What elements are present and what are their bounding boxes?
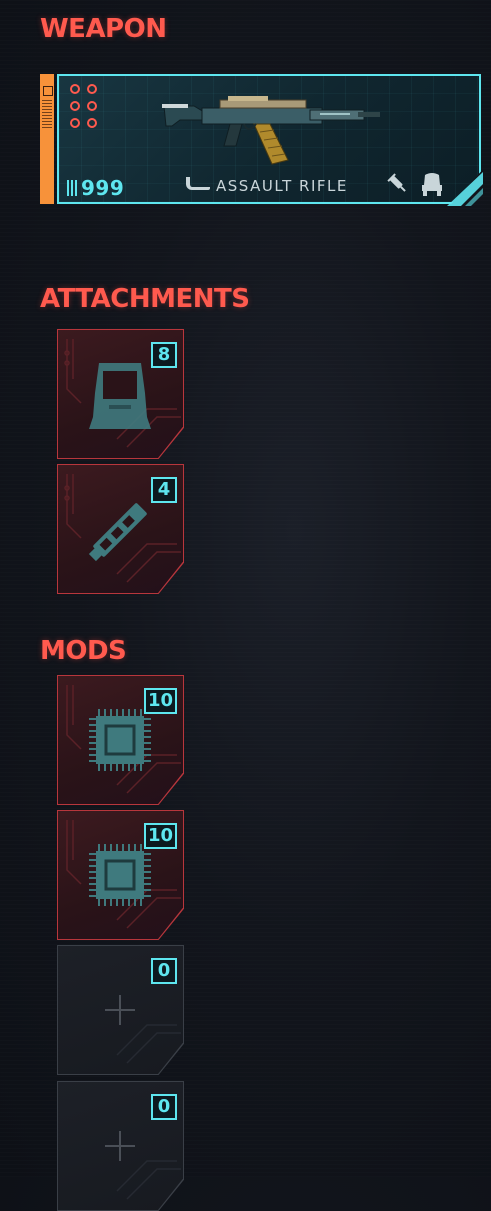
ammo-icon xyxy=(67,180,79,196)
weapon-type: ASSAULT RIFLE xyxy=(186,177,348,195)
slot-dot-icon xyxy=(87,84,97,94)
card-corner-accent-icon xyxy=(447,172,483,206)
slot-dot-icon xyxy=(87,118,97,128)
ammo-count: 999 xyxy=(67,176,124,200)
attachment-slot-silencer[interactable]: 4 xyxy=(57,464,184,594)
chip-icon xyxy=(89,709,151,771)
scope-icon xyxy=(89,363,151,429)
mods-section-title: MODS xyxy=(40,636,127,666)
slot-dot-icon xyxy=(70,84,80,94)
chip-icon xyxy=(89,844,151,906)
attachments-section-title: ATTACHMENTS xyxy=(40,284,250,314)
plus-icon xyxy=(105,995,135,1025)
silencer-icon xyxy=(88,503,147,562)
attachment-count-badge: 8 xyxy=(151,342,177,368)
slot-dot-icon xyxy=(70,101,80,111)
weapon-section-title: WEAPON xyxy=(40,14,167,44)
tab-stripes xyxy=(42,100,52,128)
ammo-value: 999 xyxy=(81,176,125,200)
mod-count-badge: 10 xyxy=(143,688,177,714)
vehicle-seat-icon xyxy=(422,173,442,196)
mod-count-badge: 10 xyxy=(143,823,177,849)
assault-rifle-type-icon xyxy=(186,177,210,190)
weapon-tab xyxy=(40,74,54,204)
weapon-mod-slot-dots xyxy=(70,84,100,132)
assault-rifle-icon xyxy=(162,96,380,165)
mod-slot[interactable]: 10 xyxy=(57,810,184,940)
tab-marker-icon xyxy=(43,86,53,96)
attachment-slot-scope[interactable]: 8 xyxy=(57,329,184,459)
mod-slot[interactable]: 10 xyxy=(57,675,184,805)
attachment-count-badge: 4 xyxy=(151,477,177,503)
plus-icon xyxy=(105,1131,135,1161)
empty-mod-slot[interactable]: 0 xyxy=(57,945,184,1075)
syringe-icon xyxy=(387,173,406,192)
weapon-type-label: ASSAULT RIFLE xyxy=(216,177,348,195)
slot-dot-icon xyxy=(70,118,80,128)
empty-mod-slot[interactable]: 0 xyxy=(57,1081,184,1211)
mod-count-badge: 0 xyxy=(151,958,177,984)
mod-count-badge: 0 xyxy=(151,1094,177,1120)
slot-dot-icon xyxy=(87,101,97,111)
